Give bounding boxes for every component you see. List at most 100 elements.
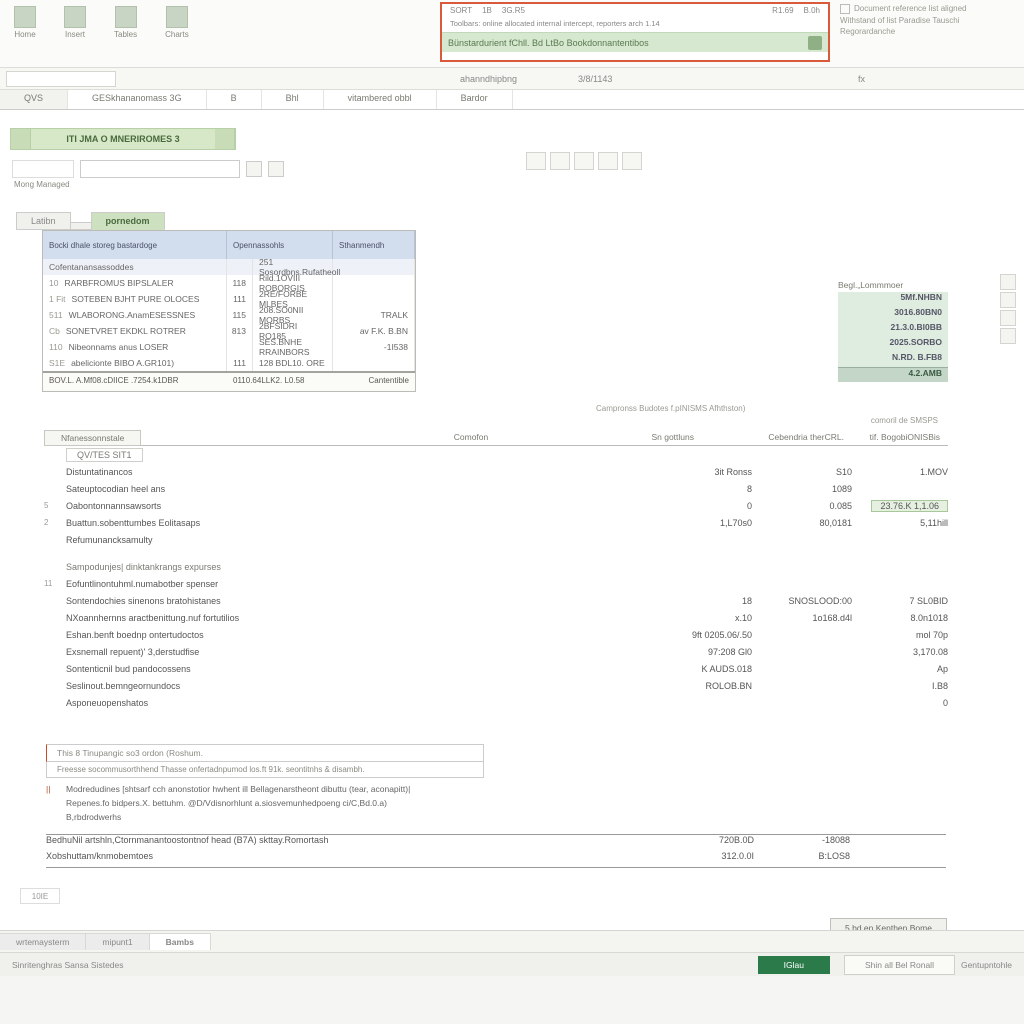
ws-foot-v-0-1[interactable]: -18088 bbox=[754, 835, 850, 851]
ribbon-insert-button[interactable]: Insert bbox=[58, 4, 92, 41]
grid-cell[interactable] bbox=[333, 291, 415, 307]
side-row-1[interactable]: 3016.80BN0 bbox=[838, 307, 948, 322]
grid-cell[interactable]: SES.BNHE RRAINBORS bbox=[253, 339, 333, 355]
ws-cell[interactable]: S10 bbox=[752, 467, 852, 477]
ws-col-2[interactable]: Sn gottluns bbox=[606, 430, 702, 445]
grid-cell[interactable]: 111 bbox=[227, 291, 253, 307]
grid-cell[interactable]: 118 bbox=[227, 275, 253, 291]
tree-tab-icon[interactable] bbox=[70, 222, 92, 230]
tree-tab-list[interactable]: Latibn bbox=[16, 212, 71, 230]
ws-cell[interactable]: K AUDS.018 bbox=[656, 664, 752, 674]
sheet-tab-2[interactable]: Bambs bbox=[149, 933, 211, 950]
grid-cell[interactable]: 115 bbox=[227, 307, 253, 323]
side-row-2[interactable]: 21.3.0.Bl0BB bbox=[838, 322, 948, 337]
status-right[interactable]: Gentupntohle bbox=[961, 960, 1012, 970]
grid-cell[interactable]: 813 bbox=[227, 323, 253, 339]
status-go-button[interactable]: IGlau bbox=[758, 956, 830, 974]
ws-cell[interactable]: 18 bbox=[656, 596, 752, 606]
grid-row[interactable]: S1Eabelicionte BIBO A.GR101)111128 BDL10… bbox=[43, 355, 415, 371]
name-box[interactable] bbox=[6, 71, 116, 87]
ribbon-charts-button[interactable]: Charts bbox=[159, 4, 195, 41]
filter-input[interactable] bbox=[80, 160, 240, 178]
ribbon-document-bar[interactable]: Bünstardurient fChll. Bd LtBo Bookdonnan… bbox=[442, 32, 828, 52]
ws-cell[interactable]: 5,11hill bbox=[852, 518, 948, 528]
ribbon-tables-button[interactable]: Tables bbox=[108, 4, 143, 41]
grid-row[interactable]: 10RARBFROMUS BIPSLALER118Rild.1OVIII ROB… bbox=[43, 275, 415, 291]
ws-tab-pill[interactable]: Nfanessonnstale bbox=[44, 430, 141, 446]
checkbox-icon[interactable] bbox=[840, 4, 850, 14]
ws-cell[interactable]: 1089 bbox=[752, 484, 852, 494]
grid-cell[interactable] bbox=[333, 355, 415, 371]
ws-cell[interactable]: x.10 bbox=[656, 613, 752, 623]
tab-3[interactable]: Bhl bbox=[262, 90, 324, 109]
notes-line-1[interactable]: This 8 Tinupangic so3 ordon (Roshum. bbox=[46, 744, 484, 762]
grid-cell[interactable]: av F.K. B.BN bbox=[333, 323, 415, 339]
rail-btn-3[interactable] bbox=[1000, 310, 1016, 326]
grid-cell[interactable]: 511WLABORONG.AnamESESSNES bbox=[43, 307, 227, 323]
ws-cell[interactable]: SNOSLOOD:00 bbox=[752, 596, 852, 606]
ws-cell[interactable]: 3,170.08 bbox=[852, 647, 948, 657]
ws-cell[interactable]: 0 bbox=[656, 501, 752, 511]
sheet-tab-1[interactable]: mipunt1 bbox=[85, 933, 149, 950]
side-row-4[interactable]: N.RD. B.FB8 bbox=[838, 352, 948, 367]
grid-cell[interactable]: 111 bbox=[227, 355, 253, 371]
grid-cell[interactable]: -1I538 bbox=[333, 339, 415, 355]
mid-btn-5[interactable] bbox=[622, 152, 642, 170]
title-close-icon[interactable] bbox=[215, 129, 235, 149]
ws-foot-v-0-0[interactable]: 720B.0D bbox=[658, 835, 754, 851]
tab-5[interactable]: Bardor bbox=[437, 90, 513, 109]
rail-btn-1[interactable] bbox=[1000, 274, 1016, 290]
ws-cell[interactable]: 8.0n1018 bbox=[852, 613, 948, 623]
side-row-3[interactable]: 2025.SORBO bbox=[838, 337, 948, 352]
grid-row[interactable]: 1 FitSOTEBEN BJHT PURE OLOCES1112RE/FORB… bbox=[43, 291, 415, 307]
grid-cell[interactable]: TRALK bbox=[333, 307, 415, 323]
ws-cell[interactable]: mol 70p bbox=[852, 630, 948, 640]
ws-foot-v-1-0[interactable]: 312.0.0I bbox=[658, 851, 754, 867]
grid-cell[interactable]: 10RARBFROMUS BIPSLALER bbox=[43, 275, 227, 291]
ws-cell[interactable]: 7 SL0BID bbox=[852, 596, 948, 606]
ws-col-3[interactable]: Cebendria therCRL. bbox=[702, 430, 852, 445]
tab-0[interactable]: QVS bbox=[0, 90, 68, 109]
ws-cell[interactable]: ROLOB.BN bbox=[656, 681, 752, 691]
ws-cell[interactable]: 9ft 0205.06/.50 bbox=[656, 630, 752, 640]
ws-cell[interactable]: 0.085 bbox=[752, 501, 852, 511]
ws-cell[interactable]: 80,0181 bbox=[752, 518, 852, 528]
ribbon-home-button[interactable]: Home bbox=[8, 4, 42, 41]
ws-cell[interactable]: 1,L70s0 bbox=[656, 518, 752, 528]
rail-btn-2[interactable] bbox=[1000, 292, 1016, 308]
tab-4[interactable]: vitambered obbl bbox=[324, 90, 437, 109]
filter-dropdown-button[interactable] bbox=[246, 161, 262, 177]
tab-1[interactable]: GESkhananomass 3G bbox=[68, 90, 207, 109]
mid-btn-4[interactable] bbox=[598, 152, 618, 170]
ws-foot-v-1-1[interactable]: B:LOS8 bbox=[754, 851, 850, 867]
grid-cell[interactable] bbox=[227, 339, 253, 355]
grid-cell[interactable]: 128 BDL10. ORE bbox=[253, 355, 333, 371]
grid-row[interactable]: 110Nibeonnams anus LOSER SES.BNHE RRAINBO… bbox=[43, 339, 415, 355]
ws-cell[interactable]: 0 bbox=[852, 698, 948, 708]
ws-col-1[interactable]: Comofon bbox=[336, 430, 606, 445]
fx-label[interactable]: fx bbox=[858, 74, 865, 84]
ws-cell[interactable]: I.B8 bbox=[852, 681, 948, 691]
grid-col-3[interactable]: Sthanmendh bbox=[333, 231, 415, 259]
ws-cell[interactable]: 8 bbox=[656, 484, 752, 494]
mid-btn-2[interactable] bbox=[550, 152, 570, 170]
grid-row[interactable]: 511WLABORONG.AnamESESSNES115208.SO0NII M… bbox=[43, 307, 415, 323]
tab-2[interactable]: B bbox=[207, 90, 262, 109]
grid-cell[interactable]: CbSONETVRET EKDKL ROTRER bbox=[43, 323, 227, 339]
title-seg-icon[interactable] bbox=[11, 129, 31, 149]
ws-cell[interactable]: 3it Ronss bbox=[656, 467, 752, 477]
ws-cell[interactable]: 1o168.d4l bbox=[752, 613, 852, 623]
grid-row[interactable]: CbSONETVRET EKDKL ROTRER8132BFSIDRI RO18… bbox=[43, 323, 415, 339]
grid-cell[interactable] bbox=[333, 275, 415, 291]
ws-cell[interactable]: 1.MOV bbox=[852, 467, 948, 477]
grid-col-2[interactable]: Opennassohls bbox=[227, 231, 333, 259]
mid-btn-3[interactable] bbox=[574, 152, 594, 170]
grid-cell[interactable]: S1Eabelicionte BIBO A.GR101) bbox=[43, 355, 227, 371]
status-mid-button[interactable]: Shin all Bel Ronall bbox=[844, 955, 955, 975]
side-row-0[interactable]: 5Mf.NHBN bbox=[838, 292, 948, 307]
sheet-tab-0[interactable]: wrtemaysterm bbox=[0, 933, 86, 950]
ws-cell[interactable]: 23.76.K 1,1.06 bbox=[852, 501, 948, 511]
grid-col-1[interactable]: Bocki dhale storeg bastardoge bbox=[43, 231, 227, 259]
grid-cell[interactable]: 110Nibeonnams anus LOSER bbox=[43, 339, 227, 355]
grid-cell[interactable]: 1 FitSOTEBEN BJHT PURE OLOCES bbox=[43, 291, 227, 307]
